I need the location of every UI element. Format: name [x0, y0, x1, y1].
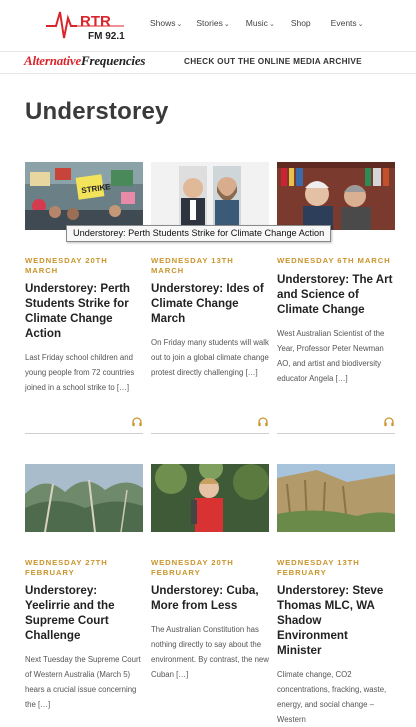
article-thumbnail[interactable]: [151, 464, 269, 532]
article-thumbnail[interactable]: [151, 162, 269, 230]
article-title[interactable]: Understorey: Cuba, More from Less: [151, 583, 269, 613]
article-date: WEDNESDAY 20TH FEBRUARY: [151, 558, 234, 577]
chevron-down-icon: ⌄: [223, 21, 230, 28]
headphones-icon[interactable]: [131, 416, 143, 428]
article-card: WEDNESDAY 6TH MARCH Understorey: The Art…: [277, 162, 395, 386]
article-excerpt: West Australian Scientist of the Year, P…: [277, 328, 385, 383]
article-title[interactable]: Understorey: Yeelirrie and the Supreme C…: [25, 583, 143, 643]
site-header: RTR FM 92.1 Shows ⌄ Stories ⌄ Music ⌄ Sh…: [0, 0, 416, 52]
nav-events[interactable]: Events ⌄: [331, 16, 364, 30]
nav-stories[interactable]: Stories ⌄: [196, 16, 229, 30]
article-date: WEDNESDAY 13TH FEBRUARY: [277, 558, 360, 577]
nav-label: Shop: [290, 18, 311, 28]
chevron-down-icon: ⌄: [176, 21, 183, 28]
article-card: STRIKE WEDNESDAY 20TH MARCH Understorey:…: [25, 162, 143, 395]
brand-part2: Frequencies: [81, 53, 146, 68]
logo-text: RTR: [80, 13, 111, 30]
article-date: WEDNESDAY 6TH MARCH: [277, 256, 391, 265]
nav-music[interactable]: Music ⌄: [246, 16, 275, 30]
article-card: WEDNESDAY 27TH FEBRUARY Understorey: Yee…: [25, 464, 143, 712]
article-title[interactable]: Understorey: Perth Students Strike for C…: [25, 281, 143, 341]
main-nav: Shows ⌄ Stories ⌄ Music ⌄ Shop Events ⌄: [150, 16, 364, 30]
students-strike-image: STRIKE: [25, 162, 143, 230]
article-excerpt: Climate change, CO2 concentrations, frac…: [277, 670, 387, 724]
nav-label: Events: [330, 18, 357, 28]
banner-message[interactable]: CHECK OUT THE ONLINE MEDIA ARCHIVE: [184, 57, 362, 66]
nav-label: Stories: [196, 18, 223, 28]
rtr-logo[interactable]: RTR FM 92.1: [44, 4, 126, 44]
article-thumbnail[interactable]: [25, 464, 143, 532]
article-title[interactable]: Understorey: Ides of Climate Change Marc…: [151, 281, 269, 326]
chevron-down-icon: ⌄: [357, 21, 364, 28]
article-thumbnail[interactable]: [277, 464, 395, 532]
article-excerpt: Next Tuesday the Supreme Court of Wester…: [25, 655, 141, 709]
article-excerpt: Last Friday school children and young pe…: [25, 353, 135, 392]
nav-label: Shows: [150, 18, 176, 28]
promo-banner[interactable]: AlternativeFrequencies CHECK OUT THE ONL…: [0, 52, 416, 74]
rtr-logo-graphic: RTR FM 92.1: [46, 11, 125, 42]
page-title: Understorey: [25, 98, 169, 125]
article-excerpt: On Friday many students will walk out to…: [151, 338, 269, 377]
card-divider: [277, 433, 395, 434]
two-men-image: [151, 162, 269, 230]
article-date: WEDNESDAY 13TH MARCH: [151, 256, 234, 275]
article-card: WEDNESDAY 13TH FEBRUARY Understorey: Ste…: [277, 464, 395, 727]
card-divider: [25, 433, 143, 434]
hover-tooltip: Understorey: Perth Students Strike for C…: [66, 225, 332, 242]
logo-sub: FM 92.1: [88, 31, 125, 42]
article-card: WEDNESDAY 20TH FEBRUARY Understorey: Cub…: [151, 464, 269, 682]
nav-shows[interactable]: Shows ⌄: [150, 16, 182, 30]
article-title[interactable]: Understorey: The Art and Science of Clim…: [277, 272, 395, 317]
nav-shop[interactable]: Shop: [291, 16, 311, 30]
article-thumbnail[interactable]: STRIKE: [25, 162, 143, 230]
nav-label: Music: [245, 18, 268, 28]
article-date: WEDNESDAY 20TH MARCH: [25, 256, 108, 275]
article-date: WEDNESDAY 27TH FEBRUARY: [25, 558, 108, 577]
man-red-shirt-image: [151, 464, 269, 532]
brand-part1: Alternative: [24, 53, 82, 68]
article-thumbnail[interactable]: [277, 162, 395, 230]
article-excerpt: The Australian Constitution has nothing …: [151, 625, 269, 679]
card-divider: [151, 433, 269, 434]
bookshelf-people-image: [277, 162, 395, 230]
headphones-icon[interactable]: [383, 416, 395, 428]
alternative-frequencies-logo[interactable]: AlternativeFrequencies: [24, 53, 145, 69]
headphones-icon[interactable]: [257, 416, 269, 428]
article-title[interactable]: Understorey: Steve Thomas MLC, WA Shadow…: [277, 583, 395, 658]
article-card: WEDNESDAY 13TH MARCH Understorey: Ides o…: [151, 162, 269, 380]
bushland-image: [25, 464, 143, 532]
limestone-cliff-image: [277, 464, 395, 532]
chevron-down-icon: ⌄: [268, 21, 275, 28]
